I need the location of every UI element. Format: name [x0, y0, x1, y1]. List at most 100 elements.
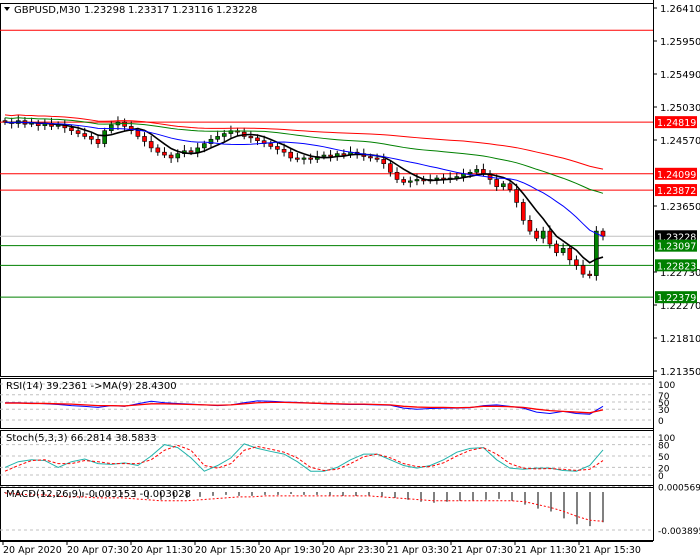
candle-body [394, 171, 400, 180]
candle-body [587, 273, 593, 276]
price-axis-label: 1.25490 [660, 70, 700, 81]
price-label-tag: 1.24099 [655, 167, 697, 181]
candle-body [215, 136, 220, 140]
candle-body [195, 147, 200, 153]
candle-body [341, 153, 347, 156]
stoch-axis-label: 80 [658, 442, 670, 452]
candle-body [560, 248, 566, 253]
time-axis-label: 20 Apr 15:30 [195, 545, 257, 556]
price-label-tag: 1.23872 [655, 184, 697, 197]
candle-body [594, 230, 599, 276]
price-label-text: 1.23872 [657, 186, 696, 197]
time-axis-label: 20 Apr 19:30 [259, 545, 321, 556]
price-label-tag: 1.22379 [655, 291, 697, 304]
candle-body [308, 157, 313, 160]
candle-body [567, 248, 573, 261]
rsi-axis-label: 30 [658, 406, 670, 416]
candle-body [554, 243, 559, 253]
price-axis-label: 1.25030 [660, 103, 700, 114]
price-label-text: 1.23097 [657, 242, 696, 253]
candle-body [255, 137, 260, 142]
candle-body [148, 141, 154, 149]
time-axis-label: 20 Apr 2020 [3, 545, 62, 556]
candle-body [248, 136, 254, 139]
candle-body [388, 163, 393, 173]
price-axis-label: 1.21350 [660, 367, 700, 378]
candle-body [135, 130, 141, 137]
price-label-text: 1.22379 [657, 293, 696, 304]
stoch-axis-label: 50 [658, 453, 670, 463]
price-axis-label: 1.21810 [660, 334, 700, 345]
candle-body [368, 156, 373, 159]
candle-body [414, 179, 420, 182]
candle-body [520, 202, 526, 221]
candle-body [162, 151, 167, 156]
price-label-text: 1.22823 [657, 261, 696, 272]
candle-body [75, 130, 81, 134]
candle-body [381, 159, 387, 164]
rsi-axis-label: 0 [658, 417, 664, 427]
price-label-tag: 1.23097 [655, 239, 697, 253]
candle-body [281, 149, 287, 153]
trading-chart[interactable]: GBPUSD,M30 1.23298 1.23317 1.23116 1.232… [0, 0, 700, 560]
price-label-tag: 1.22823 [655, 259, 697, 272]
candle-body [142, 136, 147, 142]
background [0, 0, 700, 560]
stoch-label: Stoch(5,3,3) 66.2814 38.5833 [6, 433, 157, 444]
time-axis-label: 20 Apr 23:30 [323, 545, 385, 556]
time-axis-label: 21 Apr 11:30 [515, 545, 577, 556]
low-value: 1.23116 [172, 5, 213, 16]
candle-body [275, 146, 280, 150]
candle-body [175, 153, 181, 159]
candle-body [102, 130, 107, 144]
candle-body [268, 143, 274, 147]
candle-body [467, 171, 473, 175]
time-axis-label: 21 Apr 15:30 [579, 545, 641, 556]
candle-body [481, 169, 486, 175]
candle-body [168, 154, 174, 159]
time-axis-label: 21 Apr 03:30 [387, 545, 449, 556]
high-value: 1.23317 [128, 5, 169, 16]
candle-body [328, 154, 333, 157]
time-axis-label: 20 Apr 11:30 [131, 545, 193, 556]
price-label-text: 1.24819 [657, 118, 696, 129]
candle-body [221, 133, 227, 137]
rsi-axis-label: 100 [658, 381, 675, 391]
price-axis-label: 1.25950 [660, 37, 700, 48]
candle-body [494, 179, 499, 187]
candle-body [374, 157, 380, 160]
price-axis-label: 1.23650 [660, 202, 700, 213]
open-value: 1.23298 [84, 5, 125, 16]
macd-axis-label: 0.000569 [658, 483, 700, 493]
symbol-label: GBPUSD,M30 [14, 5, 81, 16]
price-axis-label: 1.24570 [660, 136, 700, 147]
close-value: 1.23228 [216, 5, 257, 16]
price-axis-label: 1.26410 [660, 4, 700, 15]
macd-label: MACD(12,26,9) -0.003153 -0.003028 [6, 489, 191, 500]
chart-header: GBPUSD,M30 1.23298 1.23317 1.23116 1.232… [4, 5, 257, 16]
candle-body [82, 133, 88, 137]
candle-body [574, 259, 579, 266]
candle-body [507, 183, 513, 190]
candle-body [321, 154, 327, 157]
candle-body [408, 180, 413, 183]
candle-body [109, 124, 114, 131]
candle-body [95, 138, 101, 144]
time-axis-label: 21 Apr 07:30 [451, 545, 513, 556]
candle-body [155, 147, 161, 153]
candle-body [401, 179, 406, 183]
candle-body [202, 143, 207, 149]
rsi-label: RSI(14) 39.2361 ->MA(9) 28.4300 [6, 381, 177, 392]
candle-body [580, 265, 586, 275]
candle-body [501, 183, 506, 187]
stoch-axis-label: 0 [658, 472, 664, 482]
candle-body [540, 230, 546, 239]
price-label-text: 1.24099 [657, 170, 696, 181]
candle-body [122, 121, 127, 127]
candle-body [295, 157, 300, 160]
candle-body [514, 189, 519, 203]
macd-axis-label: -0.003895 [658, 527, 700, 537]
candle-body [547, 230, 553, 245]
time-axis-label: 20 Apr 07:30 [67, 545, 129, 556]
price-label-tag: 1.24819 [655, 116, 697, 129]
